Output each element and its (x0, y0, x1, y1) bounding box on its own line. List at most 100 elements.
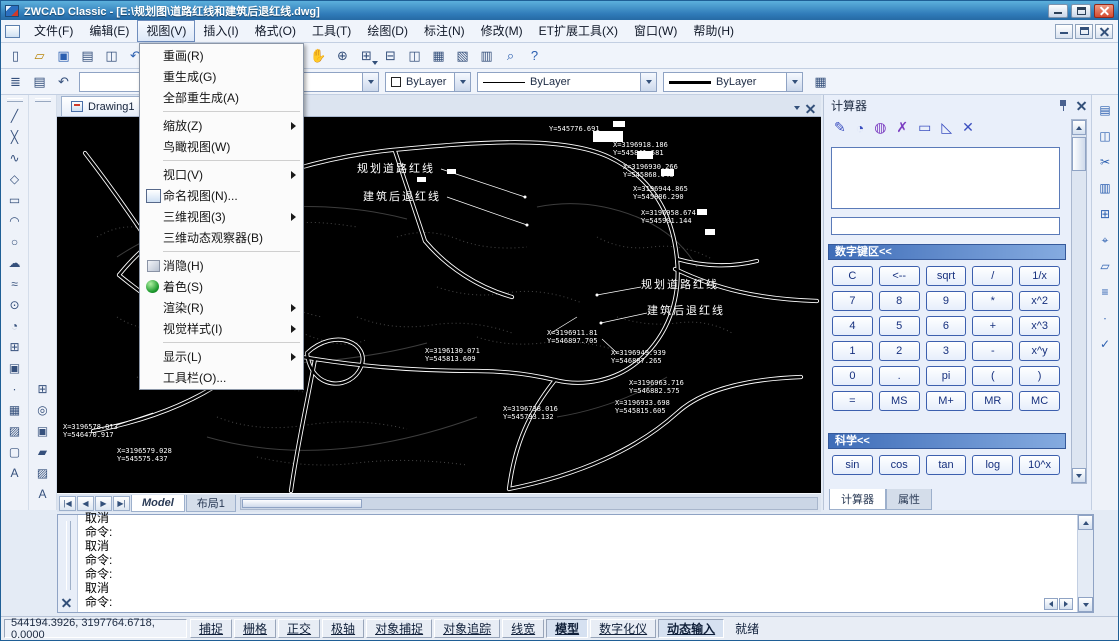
region-icon[interactable]: ▢ (4, 441, 25, 462)
help-icon[interactable]: ? (523, 44, 546, 67)
revcloud-icon[interactable]: ☁ (4, 252, 25, 273)
paste-icon[interactable]: ▥ (1095, 178, 1115, 198)
table-icon[interactable]: ⊞ (32, 378, 53, 399)
doc-close-button[interactable] (1095, 24, 1113, 39)
point-icon[interactable]: ∙ (4, 378, 25, 399)
close-x-icon[interactable]: ✕ (962, 119, 974, 136)
menu-item-regen[interactable]: 重生成(G) (141, 66, 302, 87)
calc-key[interactable]: M+ (926, 391, 967, 411)
zoom-extents-icon[interactable]: ⌕ (499, 44, 522, 67)
lineweight-toggle[interactable]: 线宽 (502, 619, 544, 638)
gradient2-icon[interactable]: ▨ (32, 462, 53, 483)
menu-edit[interactable]: 编辑(E) (81, 20, 137, 42)
scroll-up-icon[interactable] (1072, 120, 1086, 135)
menu-modify[interactable]: 修改(M) (473, 20, 531, 42)
first-tab-icon[interactable]: |◀ (59, 496, 76, 511)
menu-tools[interactable]: 工具(T) (304, 20, 359, 42)
make-block-icon[interactable]: ▣ (4, 357, 25, 378)
plot-icon[interactable]: ▤ (76, 44, 99, 67)
calc-key[interactable]: ) (1019, 366, 1060, 386)
scientific-header[interactable]: 科学<< (828, 433, 1066, 449)
calc-sci-key[interactable]: 10^x (1019, 455, 1060, 475)
calc-key[interactable]: x^3 (1019, 316, 1060, 336)
new-icon[interactable]: ▯ (4, 44, 27, 67)
zoom-previous-icon[interactable]: ⊟ (379, 44, 402, 67)
donut-icon[interactable]: ◎ (32, 399, 53, 420)
snap-toggle[interactable]: 捕捉 (190, 619, 232, 638)
calc-key[interactable]: ( (972, 366, 1013, 386)
delete-x-icon[interactable]: ✗ (896, 119, 908, 136)
pan-icon[interactable]: ✋ (307, 44, 330, 67)
scroll-up-icon[interactable] (1078, 515, 1093, 530)
calc-key[interactable]: MR (972, 391, 1013, 411)
menu-format[interactable]: 格式(O) (247, 20, 304, 42)
calc-key[interactable]: 1 (832, 341, 873, 361)
ellipse-icon[interactable]: ⊙ (4, 294, 25, 315)
cut-clip-icon[interactable]: ✂ (1095, 152, 1115, 172)
tab-properties[interactable]: 属性 (886, 489, 932, 510)
calc-key[interactable]: 0 (832, 366, 873, 386)
named-views-icon[interactable]: ▦ (427, 44, 450, 67)
menu-item-3d-orbit[interactable]: 三维动态观察器(B) (141, 227, 302, 248)
menu-item-zoom[interactable]: 缩放(Z) (141, 115, 302, 136)
menu-dimension[interactable]: 标注(N) (416, 20, 473, 42)
calc-key[interactable]: 7 (832, 291, 873, 311)
calc-key[interactable]: - (972, 341, 1013, 361)
save-icon[interactable]: ▣ (52, 44, 75, 67)
menu-item-viewports[interactable]: 视口(V) (141, 164, 302, 185)
otrack-toggle[interactable]: 对象追踪 (434, 619, 500, 638)
minimize-button[interactable] (1048, 4, 1068, 18)
calc-key[interactable]: <-- (879, 266, 920, 286)
menu-item-toolbars[interactable]: 工具栏(O)... (141, 367, 302, 388)
spline-icon[interactable]: ≈ (4, 273, 25, 294)
coordinate-readout[interactable]: 544194.3926, 3197764.6718, 0.0000 (4, 619, 187, 638)
linetype-dropdown[interactable]: ByLayer (477, 72, 657, 92)
calculator-input[interactable] (831, 217, 1060, 235)
compass-icon[interactable]: ◔ (856, 120, 864, 136)
toolbar-grip[interactable] (35, 98, 51, 102)
drawing-tab[interactable]: Drawing1 (61, 96, 144, 116)
maximize-button[interactable] (1071, 4, 1091, 18)
calc-key[interactable]: * (972, 291, 1013, 311)
menu-item-regen-all[interactable]: 全部重生成(A) (141, 87, 302, 108)
calc-key[interactable]: 5 (879, 316, 920, 336)
scroll-down-icon[interactable] (1078, 597, 1093, 612)
copy-clip-icon[interactable]: ◫ (1095, 126, 1115, 146)
close-panel-icon[interactable] (1077, 101, 1085, 109)
model-toggle[interactable]: 模型 (546, 619, 588, 638)
toolbar-grip[interactable] (7, 98, 23, 102)
layer-states-icon[interactable]: ▤ (28, 70, 51, 93)
numpad-header[interactable]: 数字键区<< (828, 244, 1066, 260)
menu-draw[interactable]: 绘图(D) (359, 20, 416, 42)
calc-key[interactable]: MS (879, 391, 920, 411)
zoom-window-icon[interactable]: ⊞ (355, 44, 378, 67)
tab-model[interactable]: Model (131, 495, 185, 512)
calc-sci-key[interactable]: cos (879, 455, 920, 475)
layer-properties-icon[interactable]: ≣ (4, 70, 27, 93)
layer-previous-icon[interactable]: ↶ (52, 70, 75, 93)
menu-item-redraw[interactable]: 重画(R) (141, 45, 302, 66)
ruler-icon[interactable]: ▭ (918, 119, 931, 136)
command-vscroll[interactable] (1077, 515, 1093, 612)
lineweight-dropdown-arrow[interactable] (786, 73, 802, 91)
last-tab-icon[interactable]: ▶| (113, 496, 130, 511)
calc-sci-key[interactable]: sin (832, 455, 873, 475)
calc-key[interactable]: 3 (926, 341, 967, 361)
menu-express[interactable]: ET扩展工具(X) (531, 20, 626, 42)
sphere-icon[interactable]: ◍ (874, 119, 886, 136)
calculator-icon[interactable]: ⊞ (1095, 204, 1115, 224)
polyline-icon[interactable]: ∿ (4, 147, 25, 168)
calc-key[interactable]: 2 (879, 341, 920, 361)
doc-restore-button[interactable] (1075, 24, 1093, 39)
insert-block-icon[interactable]: ⊞ (4, 336, 25, 357)
grid-toggle[interactable]: 栅格 (234, 619, 276, 638)
layer-dropdown-arrow[interactable] (362, 73, 378, 91)
menu-window[interactable]: 窗口(W) (626, 20, 685, 42)
calc-key[interactable]: 9 (926, 291, 967, 311)
xline-icon[interactable]: ╳ (4, 126, 25, 147)
arc-icon[interactable]: ◠ (4, 210, 25, 231)
clipboard-icon[interactable]: ▤ (1095, 100, 1115, 120)
pencil-icon[interactable]: ✎ (834, 119, 846, 136)
close-command-icon[interactable] (62, 598, 69, 605)
menu-item-named-views[interactable]: 命名视图(N)... (141, 185, 302, 206)
